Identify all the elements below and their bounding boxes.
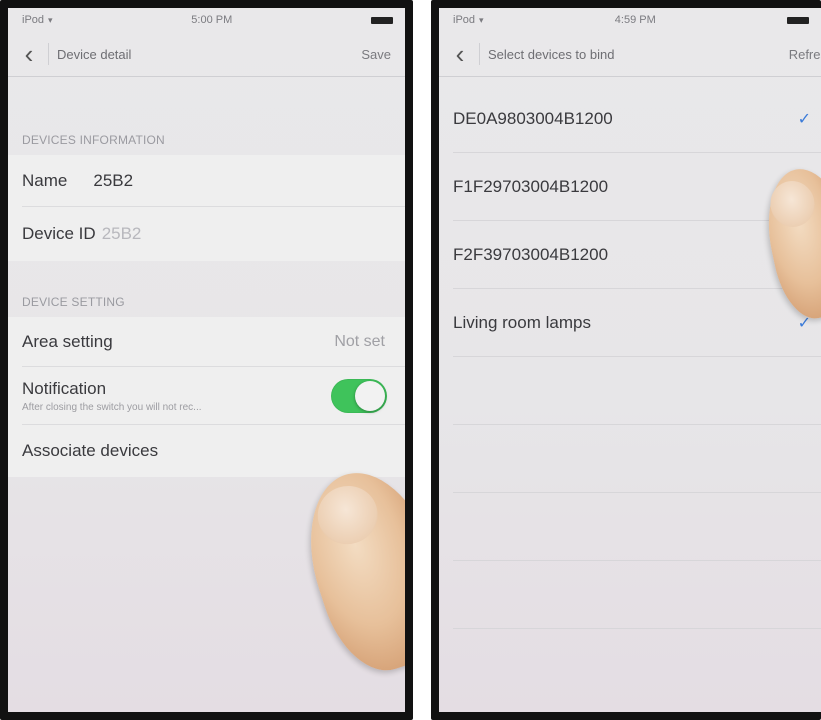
notification-row: Notification After closing the switch yo…: [8, 367, 405, 425]
status-time: 4:59 PM: [614, 14, 656, 26]
device-detail-screen: iPod ▾ 5:00 PM ‹ Device detail Save DEVI…: [8, 8, 405, 712]
name-value: 25B2: [93, 171, 134, 190]
wifi-icon: ▾: [479, 14, 484, 25]
navigation-bar: ‹ Select devices to bind Refres: [439, 32, 821, 77]
empty-row: [439, 357, 821, 425]
device-row[interactable]: F2F39703004B1200: [439, 221, 821, 289]
device-name: iPod: [453, 14, 476, 26]
notification-subtext: After closing the switch you will not re…: [22, 402, 202, 413]
status-bar: iPod ▾ 5:00 PM: [8, 8, 405, 32]
battery-icon: [787, 16, 809, 24]
device-row[interactable]: DE0A9803004B1200 ✓: [439, 85, 821, 153]
empty-row: [439, 493, 821, 561]
device-label: Living room lamps: [453, 313, 591, 332]
status-bar: iPod ▾ 4:59 PM: [439, 8, 821, 32]
section-header-devices-information: DEVICES INFORMATION: [22, 133, 165, 147]
status-time: 5:00 PM: [191, 14, 233, 26]
refresh-button[interactable]: Refres: [789, 47, 821, 62]
checkmark-icon: ✓: [797, 111, 811, 128]
wifi-icon: ▾: [48, 14, 53, 25]
divider: [453, 628, 821, 629]
device-label: DE0A9803004B1200: [453, 109, 613, 128]
status-bar-left: iPod ▾: [22, 14, 53, 26]
device-name: iPod: [22, 14, 45, 26]
device-id-value: 25B2: [101, 224, 142, 243]
associate-devices-row[interactable]: Associate devices: [8, 425, 405, 477]
battery-icon: [371, 16, 393, 24]
toggle-knob: [355, 381, 385, 411]
area-setting-value: Not set: [334, 333, 385, 350]
nav-separator: [479, 43, 480, 65]
nav-separator: [48, 43, 49, 65]
select-devices-phone: iPod ▾ 4:59 PM ‹ Select devices to bind …: [431, 0, 821, 720]
device-row[interactable]: F1F29703004B1200: [439, 153, 821, 221]
device-id-label: Device ID: [22, 224, 96, 243]
section-header-device-setting: DEVICE SETTING: [22, 295, 125, 309]
finger-image: [288, 456, 405, 684]
fingernail: [310, 478, 386, 552]
navigation-bar: ‹ Device detail Save: [8, 32, 405, 77]
associate-devices-label: Associate devices: [22, 441, 159, 460]
area-setting-label: Area setting: [22, 332, 113, 351]
device-id-row[interactable]: Device ID 25B2: [8, 207, 405, 261]
status-bar-left: iPod ▾: [453, 14, 484, 26]
notification-text: Notification After closing the switch yo…: [22, 379, 202, 413]
notification-toggle[interactable]: [331, 379, 387, 413]
save-button[interactable]: Save: [361, 47, 391, 62]
device-detail-phone: iPod ▾ 5:00 PM ‹ Device detail Save DEVI…: [0, 0, 413, 720]
device-label: F2F39703004B1200: [453, 245, 609, 264]
empty-row: [439, 561, 821, 629]
area-setting-row[interactable]: Area setting Not set: [8, 317, 405, 367]
device-label: F1F29703004B1200: [453, 177, 609, 196]
chevron-left-icon[interactable]: ‹: [14, 32, 44, 76]
notification-label: Notification: [22, 379, 107, 398]
select-devices-screen: iPod ▾ 4:59 PM ‹ Select devices to bind …: [439, 8, 821, 712]
chevron-left-icon[interactable]: ‹: [445, 32, 475, 76]
name-label: Name: [22, 171, 68, 190]
nav-title: Device detail: [57, 46, 132, 62]
empty-row: [439, 425, 821, 493]
device-row[interactable]: Living room lamps ✓: [439, 289, 821, 357]
nav-title: Select devices to bind: [488, 46, 615, 62]
name-row[interactable]: Name 25B2: [8, 155, 405, 207]
